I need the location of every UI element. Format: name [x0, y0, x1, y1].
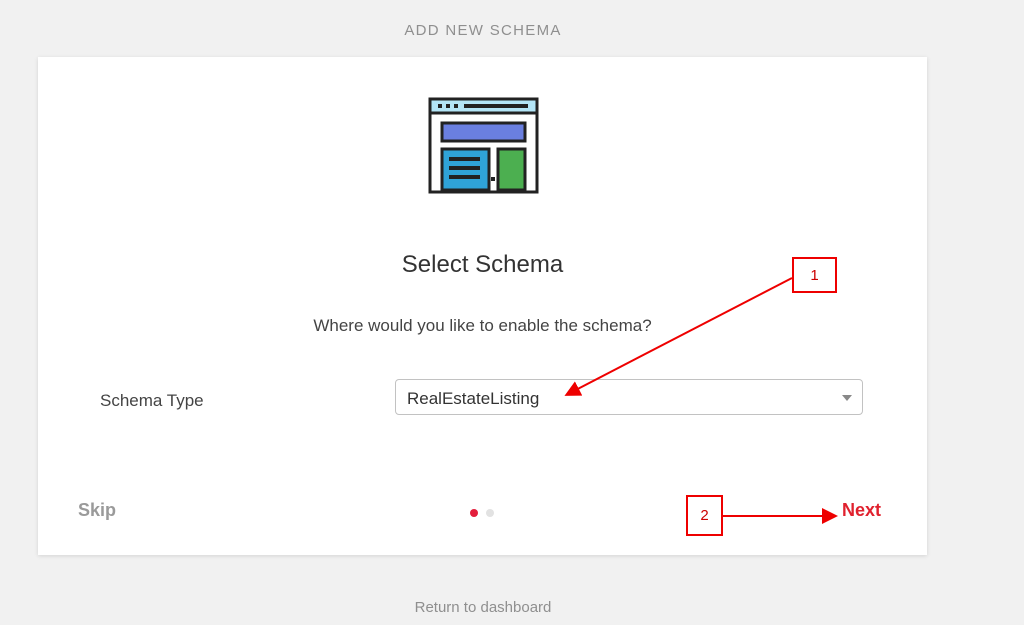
dropdown-arrow-icon	[842, 395, 852, 401]
step-dot-active[interactable]	[470, 509, 478, 517]
webpage-layout-icon	[428, 97, 539, 194]
schema-type-select[interactable]: RealEstateListing	[395, 379, 863, 415]
annotation-callout-1: 1	[792, 257, 837, 293]
skip-button[interactable]: Skip	[78, 500, 116, 521]
wizard-subtitle: Where would you like to enable the schem…	[313, 316, 652, 335]
annotation-callout-2: 2	[686, 495, 723, 536]
return-to-dashboard-link[interactable]: Return to dashboard	[0, 599, 966, 616]
next-button[interactable]: Next	[842, 500, 881, 521]
step-dot[interactable]	[486, 509, 494, 517]
wizard-card: Select Schema Where would you like to en…	[38, 57, 927, 555]
step-indicator	[470, 509, 494, 517]
schema-type-label: Schema Type	[100, 391, 204, 410]
schema-type-value: RealEstateListing	[407, 389, 540, 408]
page-heading: ADD NEW SCHEMA	[404, 22, 562, 39]
